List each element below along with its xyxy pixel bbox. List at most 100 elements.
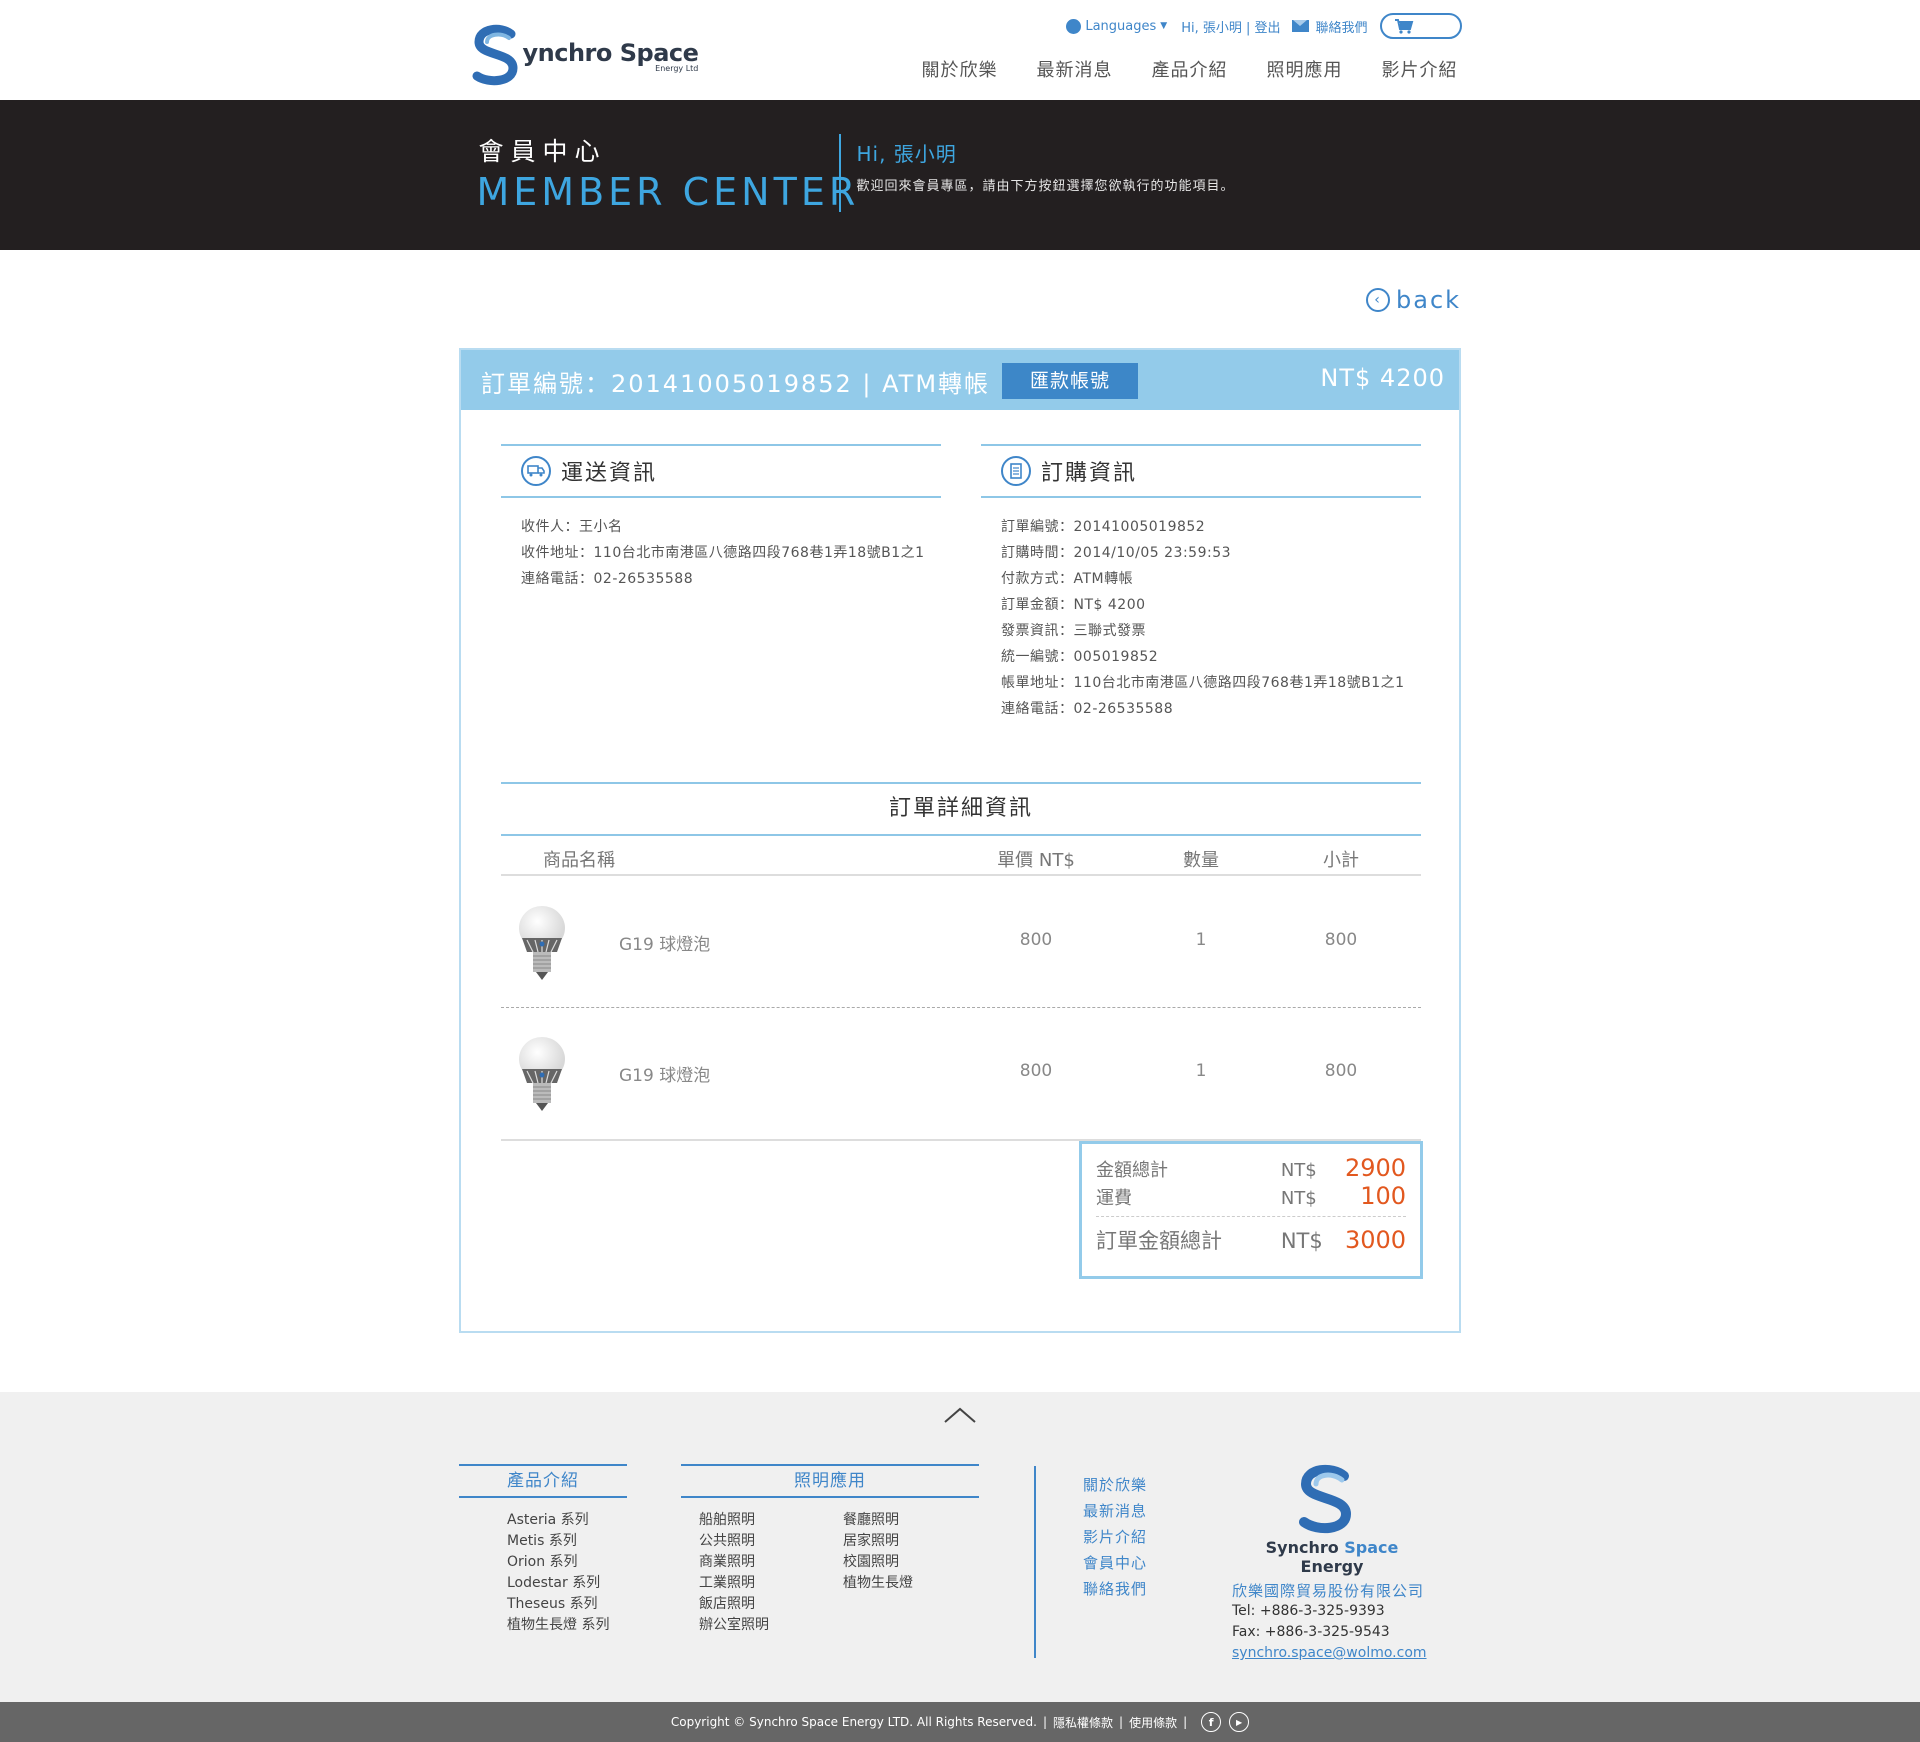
footer-product-link[interactable]: Orion 系列 [507,1552,627,1573]
shipping-info-title: 運送資訊 [561,461,658,486]
site-logo[interactable]: ynchro Space Energy Ltd [471,22,699,88]
footer-product-link[interactable]: Theseus 系列 [507,1594,627,1615]
purchase-phone: 連絡電話： 02-26535588 [1001,701,1174,717]
footer-lighting-link[interactable]: 船舶照明 [699,1510,843,1531]
footer-product-link[interactable]: Metis 系列 [507,1531,627,1552]
footer-quick-links: 關於欣樂 最新消息 影片介紹 會員中心 聯絡我們 [1083,1472,1147,1602]
order-panel: 訂單編號：20141005019852 | ATM轉帳 匯款帳號 NT$ 420… [459,348,1461,1333]
footer-product-link[interactable]: Asteria 系列 [507,1510,627,1531]
banner-title-zh: 會員中心 [478,137,607,166]
footer-products-title: 產品介紹 [459,1464,627,1498]
purchase-payment: 付款方式： ATM轉帳 [1001,571,1134,587]
footer-email-link[interactable]: synchro.space@wolmo.com [1232,1643,1432,1664]
order-detail-title: 訂單詳細資訊 [501,782,1421,836]
footer-lighting-link[interactable]: 居家照明 [843,1531,913,1552]
footer-link-news[interactable]: 最新消息 [1083,1498,1147,1524]
order-total: NT$ 4200 [1320,364,1445,392]
bulb-image[interactable] [517,904,567,982]
languages-dropdown[interactable]: Languages ▼ [1066,18,1168,34]
purchase-info-section: 訂購資訊 訂單編號： 20141005019852 訂購時間： 2014/10/05… [981,444,1421,722]
banner-title-en: MEMBER CENTER [476,170,860,214]
contact-label: 聯絡我們 [1315,20,1368,36]
shipping-phone: 連絡電話： 02-26535588 [521,571,694,587]
footer-lighting-link[interactable]: 商業照明 [699,1552,843,1573]
order-title: 訂單編號：20141005019852 | ATM轉帳 [481,370,991,398]
item-subtotal: 800 [1324,930,1358,950]
shipping-recipient: 收件人： 王小名 [521,519,623,535]
nav-lighting[interactable]: 照明應用 [1267,56,1343,82]
nav-about[interactable]: 關於欣樂 [922,56,998,82]
document-icon [1001,456,1031,486]
footer-lighting: 照明應用 船舶照明 公共照明 商業照明 工業照明 飯店照明 辦公室照明 餐廳照明… [681,1464,979,1636]
mail-icon [1292,20,1310,32]
purchase-order-no: 訂單編號： 20141005019852 [1001,519,1206,535]
banner-description: 歡迎回來會員專區，請由下方按鈕選擇您欲執行的功能項目。 [856,179,1235,194]
col-name: 商品名稱 [543,850,615,871]
shipping-address: 收件地址： 110台北市南港區八德路四段768巷1弄18號B1之1 [521,545,925,561]
item-price: 800 [1019,930,1053,950]
site-footer: 產品介紹 Asteria 系列 Metis 系列 Orion 系列 Lodest… [0,1392,1920,1702]
footer-divider [1034,1466,1036,1658]
youtube-icon[interactable]: ▶ [1229,1712,1250,1732]
shipping-info-section: 運送資訊 收件人： 王小名 收件地址： 110台北市南港區八德路四段768巷1弄18… [501,444,941,592]
items-table-header: 商品名稱 單價 NT$ 數量 小計 [501,838,1421,876]
up-arrow-icon[interactable] [943,1406,977,1424]
footer-lighting-link[interactable]: 餐廳照明 [843,1510,913,1531]
nav-news[interactable]: 最新消息 [1037,56,1113,82]
footer-fax: Fax: +886-3-325-9543 [1232,1624,1390,1640]
footer-lighting-link[interactable]: 公共照明 [699,1531,843,1552]
purchase-invoice: 發票資訊： 三聯式發票 [1001,623,1146,639]
footer-link-videos[interactable]: 影片介紹 [1083,1524,1147,1550]
footer-brand: Synchro Space Energy 欣樂國際貿易股份有限公司 Tel: +… [1232,1464,1432,1664]
footer-products: 產品介紹 Asteria 系列 Metis 系列 Orion 系列 Lodest… [459,1464,627,1636]
footer-logo-icon [1299,1464,1352,1534]
footer-link-member[interactable]: 會員中心 [1083,1550,1147,1576]
item-name: G19 球燈泡 [619,935,711,955]
item-name: G19 球燈泡 [619,1066,711,1086]
footer-lighting-link[interactable]: 工業照明 [699,1573,843,1594]
nav-videos[interactable]: 影片介紹 [1382,56,1458,82]
greeting-logout-link[interactable]: Hi, 張小明 | 登出 [1181,17,1280,36]
bulb-image[interactable] [517,1035,567,1113]
footer-link-contact[interactable]: 聯絡我們 [1083,1576,1147,1602]
footer-product-link[interactable]: 植物生長燈 系列 [507,1615,627,1636]
footer-tel: Tel: +886-3-325-9393 [1232,1603,1385,1619]
terms-link[interactable]: 使用條款 [1129,1714,1177,1731]
truck-icon [521,456,551,486]
summary-grand-total: 訂單金額總計 NT$ 3000 [1096,1226,1407,1254]
footer-lighting-link[interactable]: 飯店照明 [699,1594,843,1615]
cart-button[interactable] [1379,13,1462,39]
privacy-link[interactable]: 隱私權條款 [1053,1714,1113,1731]
facebook-icon[interactable]: f [1201,1712,1222,1732]
member-banner: 會員中心 MEMBER CENTER Hi, 張小明 歡迎回來會員專區，請由下方… [0,100,1920,250]
summary-items-total: 金額總計 NT$ 2900 [1096,1154,1407,1182]
logo-text: ynchro Space [522,38,699,67]
footer-lighting-link[interactable]: 校園照明 [843,1552,913,1573]
cart-icon [1394,19,1413,34]
col-price: 單價 NT$ [997,850,1075,871]
logo-s-mark [472,24,518,86]
footer-lighting-title: 照明應用 [681,1464,979,1498]
item-qty: 1 [1195,1061,1207,1081]
banner-greeting: Hi, 張小明 [856,142,957,166]
purchase-time: 訂購時間： 2014/10/05 23:59:53 [1001,545,1232,561]
nav-products[interactable]: 產品介紹 [1152,56,1228,82]
back-button[interactable]: ‹ back [1366,286,1461,314]
table-row: G19 球燈泡 800 1 800 [501,1009,1421,1141]
footer-brand-name: Synchro Space Energy [1265,1538,1399,1576]
summary-divider [1096,1216,1406,1217]
remit-account-button[interactable]: 匯款帳號 [1002,363,1138,399]
caret-down-icon: ▼ [1160,21,1168,31]
footer-lighting-link[interactable]: 辦公室照明 [699,1615,843,1636]
contact-link[interactable]: 聯絡我們 [1292,17,1368,36]
summary-shipping: 運費 NT$ 100 [1096,1182,1407,1210]
banner-divider [838,134,841,212]
footer-link-about[interactable]: 關於欣樂 [1083,1472,1147,1498]
footer-lighting-link[interactable]: 植物生長燈 [843,1573,913,1594]
copyright-text: Copyright © Synchro Space Energy LTD. Al… [670,1715,1037,1729]
footer-product-link[interactable]: Lodestar 系列 [507,1573,627,1594]
back-label: back [1396,286,1462,314]
item-price: 800 [1019,1061,1053,1081]
copyright-bar: Copyright © Synchro Space Energy LTD. Al… [0,1702,1920,1742]
back-arrow-icon: ‹ [1366,288,1390,312]
